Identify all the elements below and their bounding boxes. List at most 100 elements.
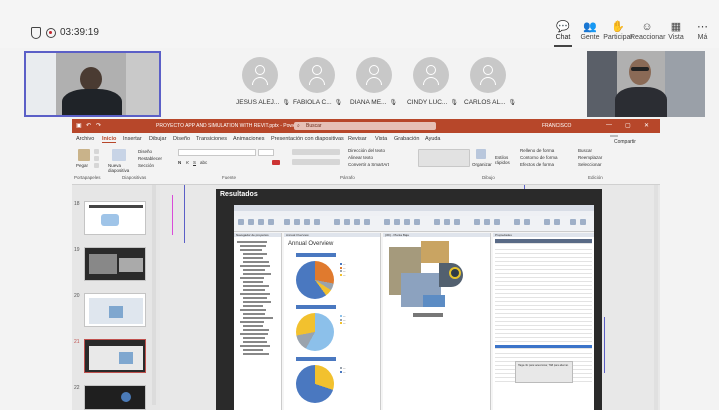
participant-tile[interactable]: FABIOLA C... 🎙 [293, 57, 342, 106]
find-button[interactable]: Buscar [578, 148, 592, 153]
arrange-icon[interactable] [476, 149, 486, 159]
menu-insertar[interactable]: Insertar [123, 136, 142, 142]
shape-fill-button[interactable]: Relleno de forma [520, 148, 554, 153]
shapes-gallery[interactable] [418, 149, 470, 167]
participant-tile[interactable]: DIANA ME... 🎙 [350, 57, 398, 106]
slide-thumbnail-selected[interactable] [84, 339, 146, 373]
properties-panel: Propiedades Haga clic para seleccionar, … [493, 233, 594, 410]
tooltip: Haga clic para seleccionar, TAB para alt… [515, 361, 573, 383]
underline-button[interactable]: S [193, 160, 196, 165]
video-tile-self[interactable] [24, 51, 161, 117]
close-icon[interactable]: ✕ [644, 122, 649, 129]
redo-icon[interactable]: ↷ [96, 122, 101, 129]
shape-outline-button[interactable]: Contorno de forma [520, 155, 558, 160]
new-slide-icon[interactable] [112, 149, 126, 161]
avatar [356, 57, 392, 93]
slide-thumbnail[interactable] [84, 247, 146, 281]
schedule-view: Annual Overview Annual Overview — — — — — — —… [284, 233, 381, 410]
pie-chart [296, 365, 334, 403]
ppt-titlebar: ▣ ↶ ↷ PROYECTO APP AND SIMULATION WITH R… [72, 119, 660, 133]
more-button[interactable]: ⋯ Má [686, 20, 719, 41]
menu-transiciones[interactable]: Transiciones [196, 136, 227, 142]
menu-ayuda[interactable]: Ayuda [425, 136, 441, 142]
align-text-button[interactable]: Alinear texto [348, 155, 373, 160]
avatar [299, 57, 335, 93]
paste-button[interactable]: Pegar [76, 163, 88, 168]
arrange-button[interactable]: Organizar [472, 162, 492, 167]
minimize-icon[interactable]: — [606, 122, 612, 128]
revit-toolbar [234, 216, 594, 232]
menu-presentacion[interactable]: Presentación con diapositivas [271, 136, 344, 142]
quick-styles-button[interactable]: Estilos rápidos [495, 155, 517, 165]
menu-dibujar[interactable]: Dibujar [149, 136, 166, 142]
pie-chart [296, 313, 334, 351]
mic-off-icon: 🎙 [508, 100, 517, 106]
user-name[interactable]: FRANCISCO [542, 123, 571, 129]
meeting-timer: 03:39:19 [60, 27, 99, 38]
participant-tile[interactable]: CARLOS AL... 🎙 [464, 57, 516, 106]
font-name-select[interactable] [178, 149, 256, 156]
layout-button[interactable]: Diseño [138, 149, 152, 154]
maximize-icon[interactable]: ▢ [625, 122, 631, 129]
list-buttons[interactable] [292, 149, 340, 155]
menu-grabacion[interactable]: Grabación [394, 136, 419, 142]
participant-tile[interactable]: JESUS ALEJ... 🎙 [236, 57, 290, 106]
shared-screen[interactable]: ▣ ↶ ↷ PROYECTO APP AND SIMULATION WITH R… [72, 119, 660, 410]
project-browser: Navegador de proyectos [234, 233, 282, 410]
thumbnail-scrollbar[interactable] [152, 185, 156, 405]
mic-off-icon: 🎙 [282, 100, 290, 106]
menu-vista[interactable]: Vista [375, 136, 387, 142]
chart-title: Annual Overview [288, 241, 334, 247]
avatar [242, 57, 278, 93]
artifact [172, 195, 173, 235]
menu-diseno[interactable]: Diseño [173, 136, 190, 142]
font-color-icon[interactable] [272, 160, 280, 165]
menu-archivo[interactable]: Archivo [76, 136, 94, 142]
ppt-title: PROYECTO APP AND SIMULATION WITH REVIT.p… [156, 123, 309, 129]
align-buttons[interactable] [292, 159, 340, 165]
recording-icon [46, 28, 56, 38]
pie-chart [296, 261, 334, 299]
new-slide-button[interactable]: Nueva diapositiva [108, 163, 134, 173]
share-button[interactable]: Compartir [610, 135, 636, 145]
strike-button[interactable]: abc [200, 160, 207, 165]
shape-effects-button[interactable]: Efectos de forma [520, 162, 554, 167]
more-icon: ⋯ [697, 21, 708, 33]
artifact [184, 185, 185, 243]
participant-tile[interactable]: CINDY LUC... 🎙 [407, 57, 458, 106]
meeting-toolbar: 03:39:19 💬 Chat 👥 Gente ✋ Participar ☺ R… [0, 0, 719, 48]
copy-icon[interactable] [94, 156, 99, 161]
smartart-button[interactable]: Convertir a SmartArt [348, 162, 389, 167]
italic-button[interactable]: K [186, 160, 189, 165]
slide-thumbnails[interactable]: 18 19 20 21 22 [72, 185, 160, 410]
slide-thumbnail[interactable] [84, 293, 146, 327]
section-button[interactable]: Sección [138, 163, 154, 168]
font-size-select[interactable] [258, 149, 274, 156]
shield-icon [31, 27, 41, 39]
paste-icon[interactable] [78, 149, 90, 161]
floor-plan-view: {3D} - Planta Baja [383, 233, 491, 410]
replace-button[interactable]: Reemplazar [578, 155, 602, 160]
search-icon: ⌕ [297, 123, 300, 129]
menu-revisar[interactable]: Revisar [348, 136, 367, 142]
menu-inicio[interactable]: Inicio [102, 136, 117, 143]
save-icon[interactable]: ▣ [76, 122, 82, 129]
undo-icon[interactable]: ↶ [86, 122, 91, 129]
ppt-search[interactable]: ⌕ Buscar [294, 122, 436, 130]
select-button[interactable]: Seleccionar [578, 162, 602, 167]
bold-button[interactable]: N [178, 160, 181, 165]
slide-thumbnail[interactable] [84, 201, 146, 235]
text-direction-button[interactable]: Dirección del texto [348, 148, 385, 153]
video-tile-speaker[interactable] [587, 51, 705, 117]
avatar [470, 57, 506, 93]
revit-screenshot: Navegador de proyectos Annual Overview A… [234, 205, 594, 410]
cut-icon[interactable] [94, 149, 99, 154]
format-painter-icon[interactable] [94, 163, 99, 168]
menu-animaciones[interactable]: Animaciones [233, 136, 265, 142]
slide-scrollbar[interactable] [654, 185, 658, 410]
mic-off-icon: 🎙 [450, 100, 458, 106]
ppt-menubar: Archivo Inicio Insertar Dibujar Diseño T… [72, 133, 660, 145]
reset-button[interactable]: Restablecer [138, 156, 162, 161]
current-slide[interactable]: Resultados Navegador de proyectos Annual… [216, 189, 602, 410]
slide-thumbnail[interactable] [84, 385, 146, 410]
